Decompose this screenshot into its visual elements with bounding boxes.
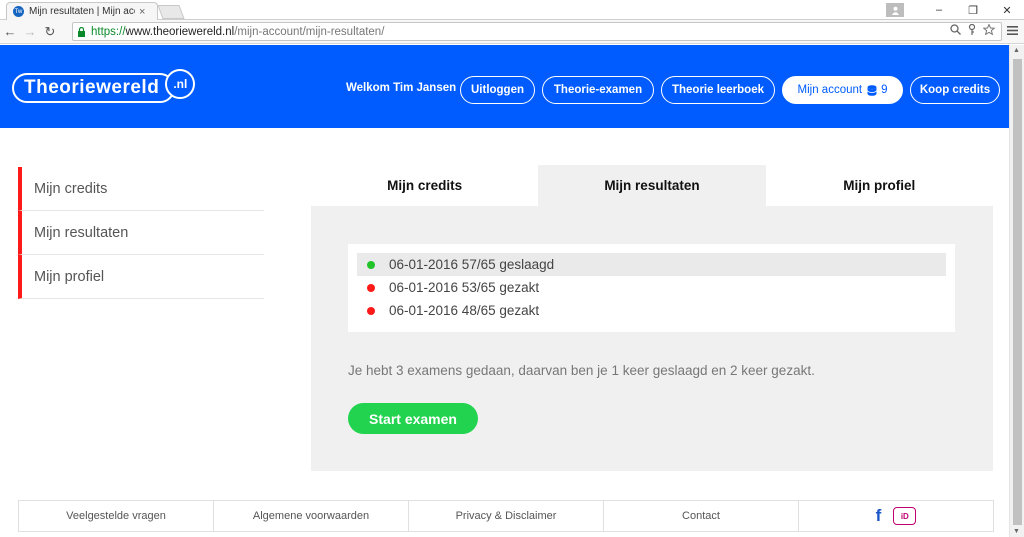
- scrollbar[interactable]: ▲ ▼: [1009, 45, 1024, 537]
- zoom-icon[interactable]: [950, 24, 961, 38]
- failed-status-icon: [367, 283, 375, 292]
- result-row[interactable]: 06-01-2016 57/65 geslaagd: [357, 253, 946, 276]
- scroll-thumb[interactable]: [1013, 59, 1022, 525]
- buy-credits-button[interactable]: Koop credits: [910, 76, 1000, 104]
- browser-tab[interactable]: Tw Mijn resultaten | Mijn acco ×: [6, 2, 158, 20]
- my-account-button[interactable]: Mijn account 9: [782, 76, 903, 104]
- tab-profile[interactable]: Mijn profiel: [766, 165, 993, 206]
- facebook-icon[interactable]: f: [876, 506, 882, 526]
- reload-icon[interactable]: ↻: [40, 24, 60, 40]
- sidebar-item-credits[interactable]: Mijn credits: [18, 167, 264, 211]
- restore-button[interactable]: ❐: [956, 4, 990, 17]
- new-tab-button[interactable]: [157, 5, 185, 19]
- account-sidebar: Mijn credits Mijn resultaten Mijn profie…: [18, 167, 264, 299]
- logo-text: Theoriewereld: [12, 73, 176, 103]
- tab-close-icon[interactable]: ×: [139, 6, 145, 18]
- tab-title: Mijn resultaten | Mijn acco: [29, 6, 135, 17]
- url-host: www.theoriewereld.nl: [125, 25, 235, 38]
- url-path: /mijn-account/mijn-resultaten/: [234, 25, 385, 38]
- result-text: 06-01-2016 53/65 gezakt: [389, 280, 540, 295]
- browser-titlebar: Tw Mijn resultaten | Mijn acco × – ❐ ✕: [0, 0, 1024, 20]
- theory-book-button[interactable]: Theorie leerboek: [661, 76, 775, 104]
- menu-icon[interactable]: [1007, 24, 1018, 39]
- page-viewport: Theoriewereld .nl Welkom Tim Jansen Uitl…: [0, 45, 1009, 537]
- logout-button[interactable]: Uitloggen: [460, 76, 535, 104]
- key-icon[interactable]: [967, 23, 977, 38]
- star-icon[interactable]: [982, 23, 996, 38]
- sidebar-item-profile[interactable]: Mijn profiel: [18, 255, 264, 299]
- results-panel: 06-01-2016 57/65 geslaagd 06-01-2016 53/…: [311, 206, 993, 471]
- site-logo[interactable]: Theoriewereld .nl: [12, 69, 196, 103]
- failed-status-icon: [367, 306, 375, 315]
- account-tabs: Mijn credits Mijn resultaten Mijn profie…: [311, 165, 993, 206]
- site-header: Theoriewereld .nl Welkom Tim Jansen Uitl…: [0, 45, 1009, 128]
- user-profile-icon[interactable]: [886, 3, 904, 17]
- credits-count: 9: [881, 84, 888, 96]
- result-text: 06-01-2016 48/65 gezakt: [389, 303, 540, 318]
- close-window-button[interactable]: ✕: [990, 4, 1024, 17]
- footer-link-terms[interactable]: Algemene voorwaarden: [214, 501, 409, 531]
- minimize-button[interactable]: –: [922, 4, 956, 16]
- logo-nl-badge: .nl: [165, 69, 196, 99]
- lock-icon: [77, 26, 87, 37]
- welcome-text: Welkom Tim Jansen: [346, 82, 457, 94]
- footer-link-contact[interactable]: Contact: [604, 501, 799, 531]
- scroll-down-icon[interactable]: ▼: [1013, 528, 1020, 535]
- result-row[interactable]: 06-01-2016 48/65 gezakt: [357, 299, 946, 322]
- forward-icon[interactable]: →: [20, 24, 40, 39]
- result-row[interactable]: 06-01-2016 53/65 gezakt: [357, 276, 946, 299]
- theory-exam-button[interactable]: Theorie-examen: [542, 76, 654, 104]
- window-controls: – ❐ ✕: [886, 0, 1024, 20]
- footer-link-faq[interactable]: Veelgestelde vragen: [19, 501, 214, 531]
- ideal-icon: iD: [893, 507, 917, 525]
- favicon-icon: Tw: [13, 6, 24, 17]
- back-icon[interactable]: ←: [0, 24, 20, 39]
- browser-toolbar: ← → ↻ https://www.theoriewereld.nl/mijn-…: [0, 20, 1024, 44]
- my-account-label: Mijn account: [797, 84, 863, 96]
- footer-link-privacy[interactable]: Privacy & Disclaimer: [409, 501, 604, 531]
- start-exam-button[interactable]: Start examen: [348, 403, 478, 434]
- footer-social: f iD: [799, 501, 993, 531]
- result-text: 06-01-2016 57/65 geslaagd: [389, 257, 555, 272]
- site-footer: Veelgestelde vragen Algemene voorwaarden…: [18, 500, 994, 532]
- url-scheme: https://: [91, 25, 126, 38]
- sidebar-item-results[interactable]: Mijn resultaten: [18, 211, 264, 255]
- scroll-up-icon[interactable]: ▲: [1013, 47, 1020, 54]
- results-list: 06-01-2016 57/65 geslaagd 06-01-2016 53/…: [348, 244, 955, 332]
- tab-results[interactable]: Mijn resultaten: [538, 165, 766, 206]
- results-summary: Je hebt 3 examens gedaan, daarvan ben je…: [348, 363, 815, 378]
- address-bar[interactable]: https://www.theoriewereld.nl/mijn-accoun…: [72, 22, 1002, 41]
- tab-credits[interactable]: Mijn credits: [311, 165, 538, 206]
- coins-icon: [867, 84, 877, 96]
- passed-status-icon: [367, 260, 375, 269]
